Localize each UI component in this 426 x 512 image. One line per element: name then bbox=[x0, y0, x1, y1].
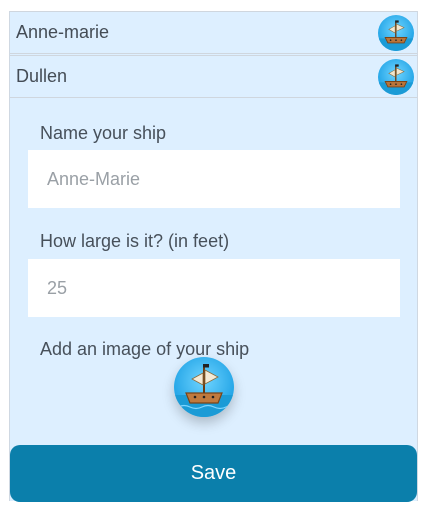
ship-name-label: Name your ship bbox=[40, 123, 167, 143]
ship-size-label: How large is it? (in feet) bbox=[40, 231, 230, 251]
list-item[interactable]: Dullen bbox=[10, 55, 417, 98]
app-root: Anne-marie Dullen Name your ship Anne-Ma… bbox=[0, 0, 426, 512]
ship-name: Dullen bbox=[16, 66, 68, 86]
ship-name-input[interactable] bbox=[28, 150, 400, 208]
ship-name: Anne-marie bbox=[16, 22, 110, 42]
pirate-ship-icon bbox=[378, 58, 414, 95]
ship-image-label: Add an image of your ship bbox=[40, 339, 250, 359]
save-button[interactable]: Save bbox=[10, 445, 417, 502]
ship-size-input[interactable] bbox=[28, 259, 400, 317]
ship-form-panel: Anne-marie Dullen Name your ship Anne-Ma… bbox=[9, 11, 418, 501]
pirate-ship-icon bbox=[378, 14, 414, 51]
list-item[interactable]: Anne-marie bbox=[10, 11, 417, 54]
ship-image-picker[interactable] bbox=[174, 357, 234, 417]
pirate-ship-icon bbox=[174, 357, 234, 417]
